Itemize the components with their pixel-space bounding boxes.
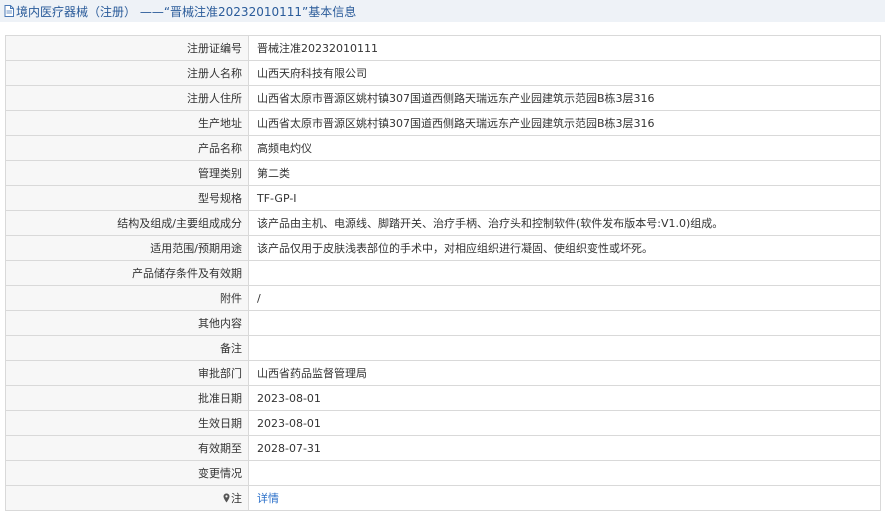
details-link[interactable]: 详情 xyxy=(257,492,279,505)
row-label: 附件 xyxy=(5,285,249,311)
registration-info-table: 注册证编号 晋械注准20232010111 注册人名称 山西天府科技有限公司 注… xyxy=(5,35,881,511)
row-value: 2028-07-31 xyxy=(248,435,881,461)
table-row: 变更情况 xyxy=(5,460,881,486)
row-value: 2023-08-01 xyxy=(248,385,881,411)
note-value: 详情 xyxy=(248,485,881,511)
row-label: 变更情况 xyxy=(5,460,249,486)
note-label: 注 xyxy=(231,492,242,505)
row-label: 备注 xyxy=(5,335,249,361)
row-value xyxy=(248,460,881,486)
document-icon xyxy=(4,5,14,17)
row-value: 该产品由主机、电源线、脚踏开关、治疗手柄、治疗头和控制软件(软件发布版本号:V1… xyxy=(248,210,881,236)
row-label: 注册人名称 xyxy=(5,60,249,86)
row-value: 山西天府科技有限公司 xyxy=(248,60,881,86)
table-row: 注册人住所 山西省太原市晋源区姚村镇307国道西侧路天瑞远东产业园建筑示范园B栋… xyxy=(5,85,881,111)
row-label: 注册人住所 xyxy=(5,85,249,111)
table-row: 注册人名称 山西天府科技有限公司 xyxy=(5,60,881,86)
row-label: 有效期至 xyxy=(5,435,249,461)
table-row: 注册证编号 晋械注准20232010111 xyxy=(5,35,881,61)
table-row: 备注 xyxy=(5,335,881,361)
row-label: 产品储存条件及有效期 xyxy=(5,260,249,286)
row-value xyxy=(248,310,881,336)
row-value xyxy=(248,260,881,286)
table-row: 产品名称 高频电灼仪 xyxy=(5,135,881,161)
table-row: 适用范围/预期用途 该产品仅用于皮肤浅表部位的手术中，对相应组织进行凝固、使组织… xyxy=(5,235,881,261)
table-row: 管理类别 第二类 xyxy=(5,160,881,186)
row-value: 2023-08-01 xyxy=(248,410,881,436)
table-row: 有效期至 2028-07-31 xyxy=(5,435,881,461)
table-row: 附件 / xyxy=(5,285,881,311)
row-label: 产品名称 xyxy=(5,135,249,161)
row-value: 该产品仅用于皮肤浅表部位的手术中，对相应组织进行凝固、使组织变性或坏死。 xyxy=(248,235,881,261)
row-value: TF-GP-I xyxy=(248,185,881,211)
map-pin-icon xyxy=(223,493,230,503)
row-label: 注册证编号 xyxy=(5,35,249,61)
page-header: 境内医疗器械（注册） ——“晋械注准20232010111”基本信息 xyxy=(0,0,885,22)
row-label: 生产地址 xyxy=(5,110,249,136)
row-value: 晋械注准20232010111 xyxy=(248,35,881,61)
table-row: 结构及组成/主要组成成分 该产品由主机、电源线、脚踏开关、治疗手柄、治疗头和控制… xyxy=(5,210,881,236)
table-row: 型号规格 TF-GP-I xyxy=(5,185,881,211)
row-value xyxy=(248,335,881,361)
row-label: 型号规格 xyxy=(5,185,249,211)
row-value: / xyxy=(248,285,881,311)
row-label: 其他内容 xyxy=(5,310,249,336)
table-row: 生产地址 山西省太原市晋源区姚村镇307国道西侧路天瑞远东产业园建筑示范园B栋3… xyxy=(5,110,881,136)
row-label: 适用范围/预期用途 xyxy=(5,235,249,261)
table-row: 其他内容 xyxy=(5,310,881,336)
table-row: 批准日期 2023-08-01 xyxy=(5,385,881,411)
row-label: 批准日期 xyxy=(5,385,249,411)
row-label: 审批部门 xyxy=(5,360,249,386)
table-row: 审批部门 山西省药品监督管理局 xyxy=(5,360,881,386)
row-value: 第二类 xyxy=(248,160,881,186)
note-row: 注 详情 xyxy=(5,485,881,511)
note-label-cell: 注 xyxy=(5,485,249,511)
row-value: 山西省太原市晋源区姚村镇307国道西侧路天瑞远东产业园建筑示范园B栋3层316 xyxy=(248,110,881,136)
page-title: 境内医疗器械（注册） ——“晋械注准20232010111”基本信息 xyxy=(16,4,357,19)
row-value: 山西省太原市晋源区姚村镇307国道西侧路天瑞远东产业园建筑示范园B栋3层316 xyxy=(248,85,881,111)
row-value: 高频电灼仪 xyxy=(248,135,881,161)
row-label: 管理类别 xyxy=(5,160,249,186)
table-row: 生效日期 2023-08-01 xyxy=(5,410,881,436)
table-row: 产品储存条件及有效期 xyxy=(5,260,881,286)
row-value: 山西省药品监督管理局 xyxy=(248,360,881,386)
row-label: 生效日期 xyxy=(5,410,249,436)
row-label: 结构及组成/主要组成成分 xyxy=(5,210,249,236)
